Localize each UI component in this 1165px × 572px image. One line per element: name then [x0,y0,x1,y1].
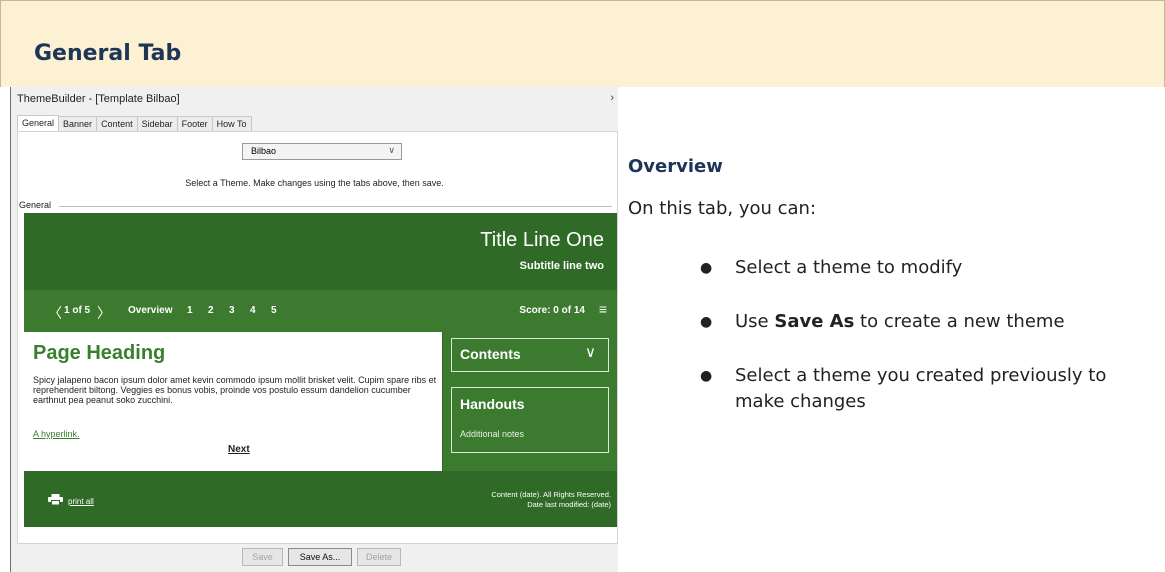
list-item: ● Select a theme to modify [700,255,1140,281]
preview-page-heading: Page Heading [33,342,166,364]
nav-page-3[interactable]: 3 [229,305,235,316]
nav-page-5[interactable]: 5 [271,305,277,316]
list-item: ● Select a theme you created previously t… [700,363,1140,415]
tab-strip: General Banner Content Sidebar Footer Ho… [17,115,252,133]
nav-overview-link[interactable]: Overview [128,305,172,316]
save-button[interactable]: Save [242,548,283,566]
preview-subtitle: Subtitle line two [519,260,604,272]
bullet-icon: ● [700,368,713,384]
nav-page-2[interactable]: 2 [208,305,214,316]
preview-content: Page Heading Spicy jalapeno bacon ipsum … [24,332,442,471]
theme-select-value: Bilbao [251,146,277,156]
tab-footer[interactable]: Footer [176,116,213,131]
preview-footer: print all Content (date). All Rights Res… [24,471,617,527]
theme-select[interactable]: Bilbao ∨ [242,143,402,160]
theme-preview: Title Line One Subtitle line two 〈 1 of … [24,213,617,527]
window-title: ThemeBuilder - [Template Bilbao] [17,93,180,105]
bullet-icon: ● [700,314,713,330]
list-item-bold: Save As [774,311,855,332]
prev-page-icon[interactable]: 〈 [48,303,62,323]
preview-body-text: Spicy jalapeno bacon ipsum dolor amet ke… [33,375,437,405]
contents-panel[interactable]: Contents ∨ [451,338,609,372]
handouts-panel: Handouts Additional notes [451,387,609,453]
save-as-button[interactable]: Save As... [288,548,352,566]
list-item-text: Select a theme to modify [735,257,963,278]
delete-button[interactable]: Delete [357,548,401,566]
overview-heading: Overview [628,156,723,177]
footer-copyright: Content (date). All Rights Reserved. [491,490,611,499]
nav-page-4[interactable]: 4 [250,305,256,316]
action-buttons: Save Save As... Delete [11,548,618,568]
bullet-icon: ● [700,260,713,276]
chevron-down-icon: ∨ [388,145,395,155]
group-label: General [19,200,56,210]
handouts-heading: Handouts [460,396,525,412]
preview-next-link[interactable]: Next [228,444,250,455]
chevron-down-icon: ∨ [585,344,596,361]
section-banner: General Tab [0,0,1165,87]
overview-list: ● Select a theme to modify ● Use Save As t… [700,255,1140,443]
preview-title: Title Line One [480,229,604,251]
page-counter: 1 of 5 [64,305,91,316]
score-display: Score: 0 of 14 [519,305,585,316]
themebuilder-window: ThemeBuilder - [Template Bilbao] › Gener… [10,87,618,572]
footer-text: Content (date). All Rights Reserved. Dat… [491,490,611,510]
printer-icon[interactable] [48,494,63,505]
footer-modified: Date last modified: (date) [527,500,611,509]
next-page-icon[interactable]: 〉 [97,303,111,323]
contents-heading: Contents [460,346,521,362]
list-item-prefix: Use [735,311,775,332]
preview-hyperlink[interactable]: A hyperlink. [33,429,80,439]
list-item: ● Use Save As to create a new theme [700,309,1140,335]
print-all-link[interactable]: print all [68,497,94,506]
list-item-suffix: to create a new theme [854,311,1065,332]
list-item-text: Select a theme you created previously to… [735,365,1107,412]
nav-page-1[interactable]: 1 [187,305,193,316]
instruction-text: Select a Theme. Make changes using the t… [185,178,444,188]
overview-lead: On this tab, you can: [628,198,817,219]
group-divider [59,206,612,207]
window-chevron-icon[interactable]: › [610,92,614,104]
preview-sidebar: Contents ∨ Handouts Additional notes [443,332,617,471]
tab-banner[interactable]: Banner [58,116,98,131]
menu-icon[interactable]: ≡ [599,301,607,317]
tab-sidebar[interactable]: Sidebar [136,116,178,131]
tab-how-to[interactable]: How To [211,116,252,131]
preview-navbar: 〈 1 of 5 〉 Overview 1 2 3 4 5 Score: 0 o… [24,290,617,332]
section-title: General Tab [34,41,182,66]
handouts-note: Additional notes [460,429,525,439]
tab-content[interactable]: Content [96,116,138,131]
